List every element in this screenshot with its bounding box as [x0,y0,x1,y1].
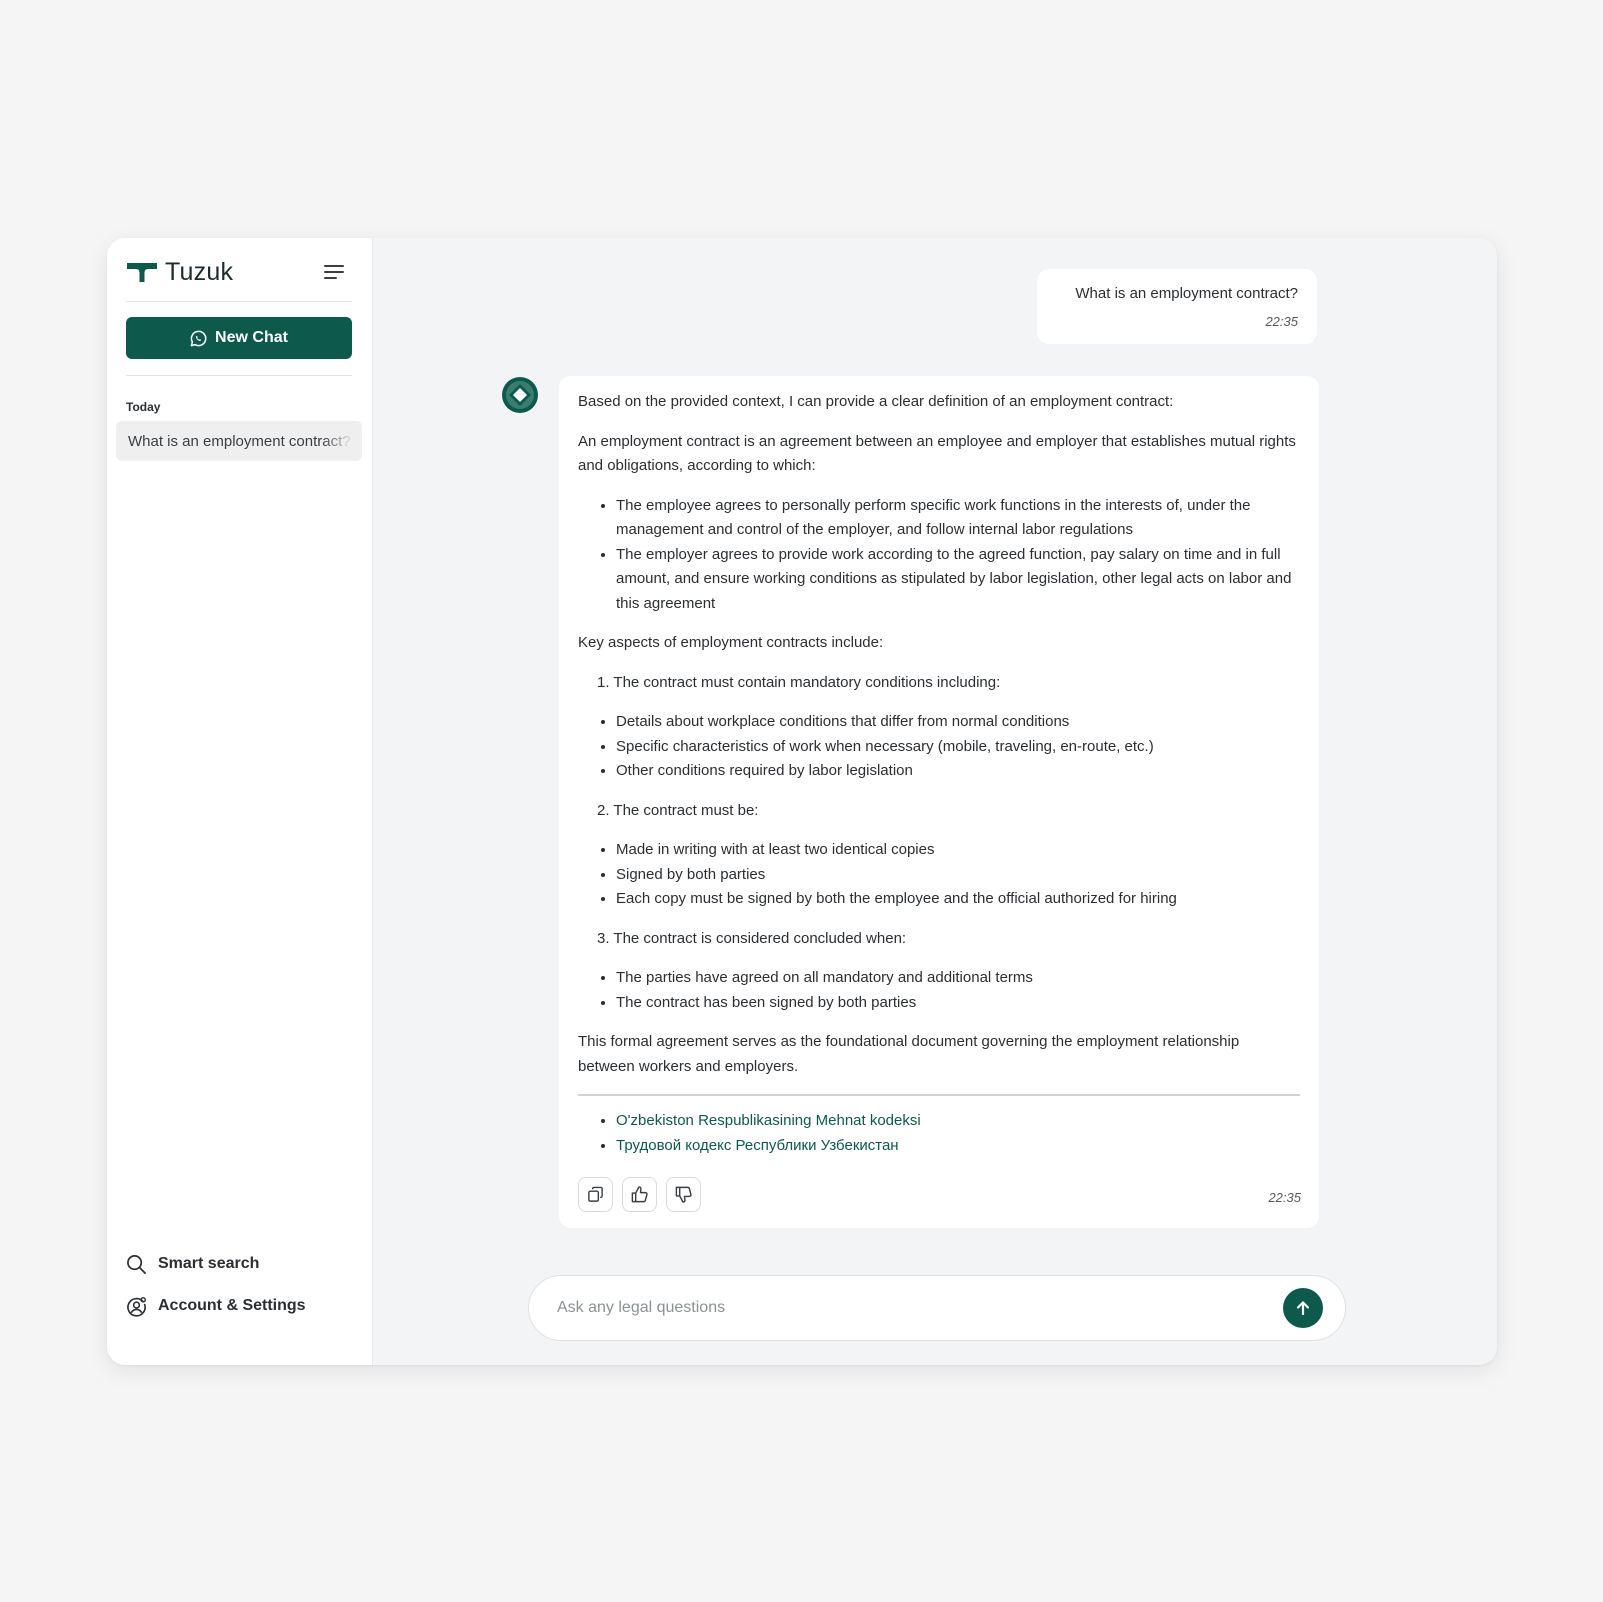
answer-intro: Based on the provided context, I can pro… [578,393,1174,410]
dislike-button[interactable] [666,1177,701,1212]
source-item: Трудовой кодекс Республики Узбекистан [616,1134,1300,1159]
copy-button[interactable] [578,1177,613,1212]
history-section-today: Today [126,400,161,414]
section-list: The parties have agreed on all mandatory… [578,966,1300,1015]
new-chat-button[interactable]: New Chat [126,317,352,359]
new-chat-label: New Chat [215,329,288,346]
message-actions [578,1177,701,1212]
answer-conclusion: This formal agreement serves as the foun… [578,1033,1240,1075]
account-settings-label: Account & Settings [158,1297,306,1314]
search-icon [127,1254,146,1274]
smart-search-link[interactable]: Smart search [126,1250,259,1278]
list-item: Made in writing with at least two identi… [616,838,1300,863]
source-link[interactable]: O'zbekiston Respublikasining Mehnat kode… [616,1112,921,1129]
send-button[interactable] [1283,1288,1323,1328]
brand-logo-icon [127,263,157,282]
user-gear-icon [127,1296,146,1317]
list-item: The employer agrees to provide work acco… [616,543,1300,617]
hamburger-menu-icon[interactable] [322,260,346,284]
assistant-message: Based on the provided context, I can pro… [559,376,1319,1228]
brand[interactable]: Tuzuk [126,258,233,287]
like-button[interactable] [622,1177,657,1212]
section-list: Details about workplace conditions that … [578,710,1300,784]
smart-search-label: Smart search [158,1255,260,1272]
brand-row: Tuzuk [126,252,346,292]
source-link[interactable]: Трудовой кодекс Республики Узбекистан [616,1137,899,1154]
sources-divider [578,1094,1300,1096]
user-message-time: 22:35 [1265,314,1298,329]
list-item: Each copy must be signed by both the emp… [616,887,1300,912]
user-message: What is an employment contract? 22:35 [1037,269,1317,344]
composer [528,1275,1346,1341]
sources-list: O'zbekiston Respublikasining Mehnat kode… [578,1109,1300,1158]
chat-panel: What is an employment contract? 22:35 Ba… [373,238,1497,1365]
section-heading: 2. The contract must be: [597,801,759,819]
list-item: Specific characteristics of work when ne… [616,735,1300,760]
key-aspects-heading: Key aspects of employment contracts incl… [578,634,884,651]
list-item: Other conditions required by labor legis… [616,759,1300,784]
sidebar-divider-top [126,301,352,302]
list-item: Signed by both parties [616,863,1300,888]
history-item[interactable]: What is an employment contract? [116,421,362,461]
account-settings-link[interactable]: Account & Settings [126,1292,306,1320]
chat-bubble-icon [190,330,207,346]
list-item: Details about workplace conditions that … [616,710,1300,735]
sidebar-divider-bottom [126,375,352,376]
thumbs-down-icon [675,1186,692,1203]
history-item-label: What is an employment contract? [128,432,351,450]
list-item: The contract has been signed by both par… [616,991,1300,1016]
answer-definition: An employment contract is an agreement b… [578,432,1296,475]
section-list: Made in writing with at least two identi… [578,838,1300,912]
list-item: The employee agrees to personally perfor… [616,494,1300,543]
question-input[interactable] [557,1299,1283,1317]
brand-name: Tuzuk [165,257,234,286]
app-window: Tuzuk New Chat Today What is an employme… [107,238,1497,1365]
list-item: The parties have agreed on all mandatory… [616,966,1300,991]
bot-avatar-icon [502,377,538,413]
assistant-message-time: 22:35 [1268,1189,1301,1205]
arrow-up-icon [1296,1301,1310,1316]
thumbs-up-icon [631,1186,648,1203]
copy-icon [588,1186,603,1202]
source-item: O'zbekiston Respublikasining Mehnat kode… [616,1109,1300,1134]
section-heading: 1. The contract must contain mandatory c… [597,673,1001,691]
user-message-text: What is an employment contract? [1075,285,1298,302]
obligations-list: The employee agrees to personally perfor… [578,494,1300,617]
sidebar: Tuzuk New Chat Today What is an employme… [107,238,373,1365]
section-heading: 3. The contract is considered concluded … [597,929,907,947]
